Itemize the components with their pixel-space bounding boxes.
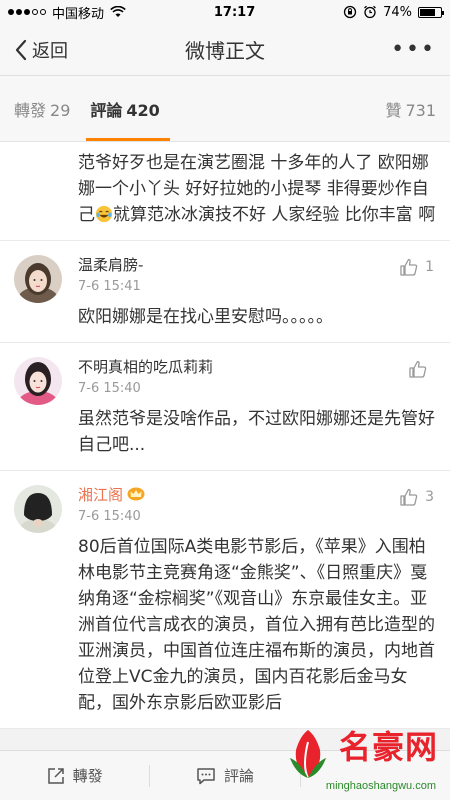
like-count: 3: [425, 489, 434, 505]
comment-icon: [197, 767, 215, 784]
comment-text: 虽然范爷是没啥作品，不过欧阳娜娜还是先管好自己吧...: [78, 409, 435, 455]
comment-item: 范爷好歹也是在演艺圈混 十多年的人了 欧阳娜娜一个小丫头 好好拉她的小提琴 非得…: [0, 142, 450, 241]
tab-comments[interactable]: 評論 420: [90, 97, 159, 121]
watermark-logo-icon: [290, 730, 326, 779]
tab-comments-label: 評論: [90, 100, 123, 120]
carrier-label: 中国移动: [52, 6, 105, 22]
tab-bar: 轉發 29 評論 420 贊 731: [0, 76, 450, 142]
chevron-left-icon: [15, 39, 27, 60]
back-label: 返回: [32, 40, 68, 62]
comment-time: 7-6 15:40: [78, 381, 141, 396]
avatar[interactable]: [14, 357, 62, 405]
status-bar: 中国移动 17:17 74%: [0, 0, 450, 24]
status-right: 74%: [343, 4, 444, 20]
comment-text: 范爷好歹也是在演艺圈混 十多年的人了 欧阳娜娜一个小丫头 好好拉她的小提琴 非得…: [78, 150, 436, 228]
nav-bar: 返回 微博正文 •••: [0, 24, 450, 76]
tab-repost-count: 29: [50, 100, 71, 120]
tab-likes[interactable]: 贊 731: [385, 97, 436, 121]
comment-username-text: 湘江阁: [78, 486, 124, 504]
page-title: 微博正文: [185, 39, 265, 63]
repost-icon: [47, 767, 64, 784]
comment-text-part: 就算范冰冰演技不好 人家经验 比你丰富 啊: [113, 205, 436, 225]
user-avatar-image: [14, 357, 62, 405]
tab-repost-label: 轉發: [14, 100, 47, 120]
avatar[interactable]: [14, 485, 62, 533]
status-left: 中国移动: [8, 3, 126, 22]
wifi-icon: [110, 6, 126, 17]
comment-label: 評論: [223, 767, 254, 785]
comment-username[interactable]: 湘江阁: [78, 485, 436, 505]
battery-fill: [420, 8, 435, 16]
watermark-url: minghaoshangwu.com: [325, 780, 436, 792]
user-avatar-image: [14, 255, 62, 303]
tab-likes-label: 贊: [385, 100, 402, 120]
like-button[interactable]: 1: [399, 257, 434, 277]
repost-label: 轉發: [72, 767, 103, 785]
thumbs-up-icon: [400, 488, 418, 506]
comment-list: 范爷好歹也是在演艺圈混 十多年的人了 欧阳娜娜一个小丫头 好好拉她的小提琴 非得…: [0, 142, 450, 729]
rotation-lock-icon: [343, 5, 357, 19]
battery-percent: 74%: [383, 4, 412, 20]
comment-item: 温柔肩膀- 7-6 15:41 1 欧阳娜娜是在找心里安慰吗。。。。。: [0, 241, 450, 343]
alarm-icon: [364, 5, 377, 19]
tab-comments-count: 420: [126, 100, 160, 120]
comment-text: 欧阳娜娜是在找心里安慰吗。。。。。: [78, 307, 333, 327]
watermark-brand: 名豪网: [338, 728, 438, 766]
user-avatar-image: [14, 485, 62, 533]
like-count: 1: [425, 259, 434, 275]
comment-time: 7-6 15:41: [78, 279, 141, 294]
active-tab-indicator: [86, 138, 170, 141]
comment-item: 不明真相的吃瓜莉莉 7-6 15:40 虽然范爷是没啥作品，不过欧阳娜娜还是先管…: [0, 343, 450, 471]
avatar[interactable]: [14, 255, 62, 303]
site-watermark: 名豪网 minghaoshangwu.com: [286, 722, 446, 796]
tab-repost[interactable]: 轉發 29: [14, 97, 70, 121]
back-button[interactable]: 返回: [14, 37, 68, 63]
comment-username[interactable]: 不明真相的吃瓜莉莉: [78, 357, 436, 377]
battery-icon: [418, 6, 444, 18]
status-time: 17:17: [213, 4, 256, 20]
thumbs-up-icon: [409, 360, 427, 378]
comment-item: 湘江阁 7-6 15:40 3 80后首位国际A类电影节影后，《苹果》入围柏林电…: [0, 471, 450, 729]
like-button[interactable]: [408, 359, 434, 379]
laughing-tears-emoji-icon: [95, 205, 113, 223]
crown-icon: [127, 487, 145, 501]
repost-button[interactable]: 轉發: [0, 765, 149, 786]
comment-text: 80后首位国际A类电影节影后，《苹果》入围柏林电影节主竞赛角逐“金熊奖”、《日照…: [78, 537, 435, 713]
comment-username[interactable]: 温柔肩膀-: [78, 255, 436, 275]
signal-dots-icon: [8, 9, 46, 15]
comment-button[interactable]: 評論: [150, 765, 299, 786]
tab-likes-count: 731: [405, 100, 436, 120]
like-button[interactable]: 3: [399, 487, 434, 507]
thumbs-up-icon: [400, 258, 418, 276]
comment-time: 7-6 15:40: [78, 509, 141, 524]
more-button[interactable]: •••: [391, 37, 436, 62]
